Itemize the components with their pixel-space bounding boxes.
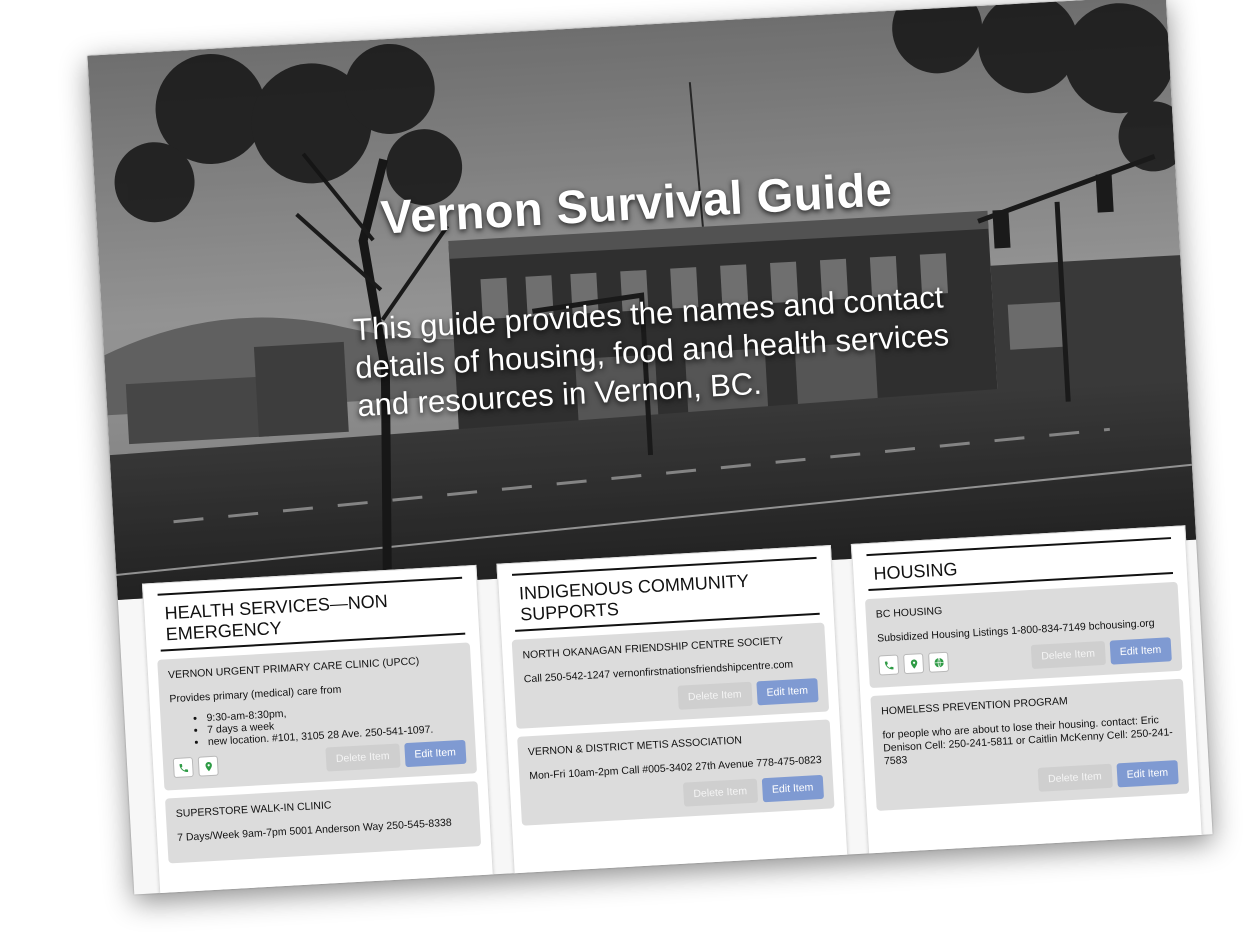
category-title: INDIGENOUS COMMUNITY SUPPORTS — [511, 556, 820, 632]
phone-icon[interactable] — [172, 757, 194, 779]
resource-title: SUPERSTORE WALK-IN CLINIC — [175, 799, 332, 821]
category-health-services: HEALTH SERVICES—NON EMERGENCY VERNON URG… — [141, 564, 495, 895]
edit-item-button[interactable]: Edit Item — [1109, 637, 1172, 665]
delete-item-button[interactable]: Delete Item — [682, 778, 758, 807]
globe-icon[interactable] — [928, 651, 950, 673]
category-housing: HOUSING BC HOUSING Subsidized Housing Li… — [850, 525, 1204, 864]
map-pin-icon[interactable] — [903, 653, 925, 675]
resource-card: SUPERSTORE WALK-IN CLINIC 7 Days/Week 9a… — [164, 781, 482, 864]
resource-description: 7 Days/Week 9am-7pm 5001 Anderson Way 25… — [176, 816, 453, 844]
delete-item-button[interactable]: Delete Item — [1037, 763, 1113, 792]
resource-title: NORTH OKANAGAN FRIENDSHIP CENTRE SOCIETY — [522, 634, 784, 662]
edit-item-button[interactable]: Edit Item — [755, 678, 819, 706]
resource-title: BC HOUSING — [875, 604, 943, 621]
screenshot-stage: Vernon Survival Guide This guide provide… — [0, 0, 1249, 952]
hero-banner: Vernon Survival Guide This guide provide… — [87, 0, 1197, 600]
resource-card: HOMELESS PREVENTION PROGRAM for people w… — [870, 678, 1190, 811]
category-title: HOUSING — [866, 537, 1174, 592]
phone-icon[interactable] — [878, 654, 900, 676]
resource-title: HOMELESS PREVENTION PROGRAM — [880, 695, 1068, 718]
delete-item-button[interactable]: Delete Item — [677, 681, 753, 710]
delete-item-button[interactable]: Delete Item — [1030, 640, 1106, 670]
web-page: Vernon Survival Guide This guide provide… — [87, 0, 1213, 895]
resource-card: VERNON URGENT PRIMARY CARE CLINIC (UPCC)… — [157, 642, 478, 791]
delete-item-button[interactable]: Delete Item — [325, 743, 401, 772]
category-indigenous-supports: INDIGENOUS COMMUNITY SUPPORTS NORTH OKAN… — [496, 545, 849, 884]
resource-title: VERNON & DISTRICT METIS ASSOCIATION — [527, 734, 743, 759]
resource-card: BC HOUSING Subsidized Housing Listings 1… — [864, 581, 1183, 689]
edit-item-button[interactable]: Edit Item — [1116, 760, 1179, 788]
resource-card: NORTH OKANAGAN FRIENDSHIP CENTRE SOCIETY… — [511, 622, 830, 729]
resource-card: VERNON & DISTRICT METIS ASSOCIATION Mon-… — [517, 719, 835, 826]
edit-item-button[interactable]: Edit Item — [403, 739, 467, 768]
resource-title: VERNON URGENT PRIMARY CARE CLINIC (UPCC) — [167, 655, 420, 682]
category-title: HEALTH SERVICES—NON EMERGENCY — [157, 576, 466, 652]
edit-item-button[interactable]: Edit Item — [761, 774, 825, 803]
category-columns: HEALTH SERVICES—NON EMERGENCY VERNON URG… — [141, 525, 1204, 895]
map-pin-icon[interactable] — [197, 755, 219, 777]
resource-description: for people who are about to lose their h… — [882, 714, 1174, 768]
